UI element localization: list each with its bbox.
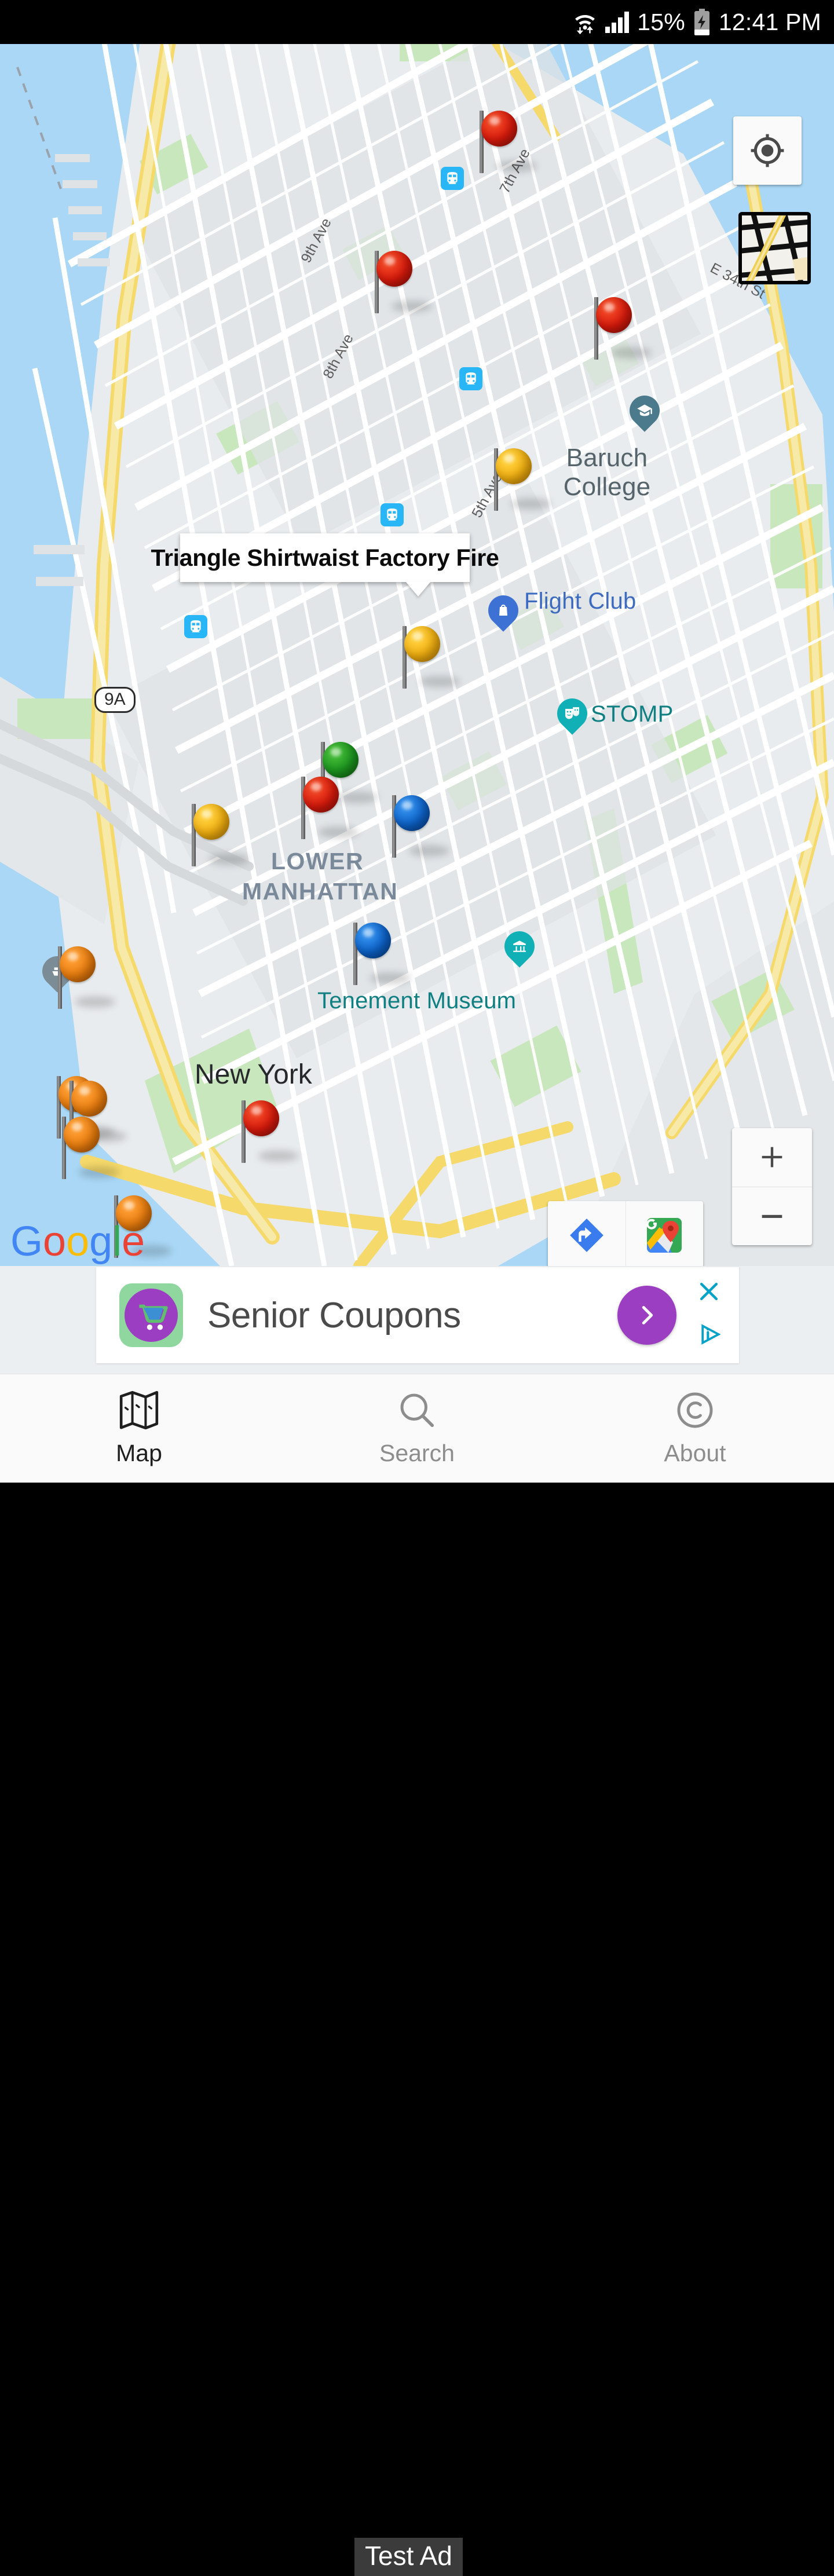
zoom-out-button[interactable] — [732, 1187, 812, 1246]
ad-content[interactable]: Senior Coupons — [96, 1267, 739, 1363]
poi-marker-baruch-college[interactable] — [623, 389, 666, 434]
museum-icon — [504, 934, 535, 958]
google-maps-app-icon — [646, 1218, 682, 1253]
ad-close-button[interactable] — [696, 1279, 722, 1307]
status-bar: 15% 12:41 PM — [0, 0, 834, 44]
ad-cta-button[interactable] — [617, 1286, 676, 1345]
route-shield-9a: 9A — [94, 687, 136, 713]
poi-marker-tenement-museum[interactable] — [498, 925, 541, 969]
nav-label-search: Search — [379, 1440, 455, 1466]
info-window-title: Triangle Shirtwaist Factory Fire — [151, 544, 499, 571]
plus-icon — [762, 1147, 782, 1168]
clock-label: 12:41 PM — [718, 8, 821, 35]
nav-item-about[interactable]: About — [556, 1390, 834, 1467]
shopping-bag-icon — [488, 598, 518, 623]
map-action-group[interactable] — [548, 1201, 703, 1266]
battery-charging-icon — [693, 9, 711, 35]
subway-station-icon — [441, 167, 464, 190]
graduation-cap-icon — [630, 398, 660, 423]
folded-map-icon — [119, 1391, 159, 1430]
battery-percent-label: 15% — [637, 8, 685, 35]
shopping-cart-icon — [139, 1304, 168, 1330]
magnifier-icon — [400, 1393, 434, 1428]
my-location-button[interactable] — [733, 116, 802, 185]
poi-marker-flight-club[interactable] — [482, 589, 525, 634]
map-layers-icon — [742, 215, 807, 281]
info-window-pointer — [405, 581, 431, 597]
open-google-maps-button[interactable] — [626, 1201, 704, 1266]
zoom-in-button[interactable] — [732, 1128, 812, 1187]
ad-headline: Senior Coupons — [207, 1295, 461, 1335]
copyright-icon — [677, 1392, 713, 1428]
nav-item-search[interactable]: Search — [278, 1390, 556, 1467]
subway-station-icon — [381, 503, 404, 526]
chevron-right-icon — [642, 1306, 653, 1324]
nav-item-map[interactable]: Map — [0, 1390, 278, 1467]
poi-marker-stomp[interactable] — [551, 692, 594, 737]
ad-app-icon — [119, 1283, 183, 1347]
directions-button[interactable] — [548, 1201, 626, 1266]
theater-masks-icon — [557, 701, 587, 726]
subway-station-icon — [184, 615, 207, 638]
nav-label-map: Map — [116, 1440, 162, 1466]
wifi-transfer-icon — [573, 10, 597, 34]
google-attribution-logo: Google — [10, 1219, 156, 1266]
directions-arrow-icon — [569, 1219, 603, 1252]
nav-label-about: About — [664, 1440, 726, 1466]
bottom-navigation-bar[interactable]: Map Search About — [0, 1374, 834, 1483]
adchoices-button[interactable] — [697, 1322, 723, 1350]
adchoices-icon — [701, 1324, 721, 1345]
map-viewport[interactable]: 9th Ave 8th Ave 7th Ave 5th Ave E 34th S… — [0, 44, 834, 1266]
minus-icon — [762, 1214, 782, 1218]
subway-station-icon — [459, 367, 482, 390]
ad-banner[interactable]: Senior Coupons Test Ad — [0, 1266, 834, 2576]
cellular-signal-icon — [605, 11, 630, 33]
close-x-icon — [700, 1282, 718, 1301]
map-info-window[interactable]: Triangle Shirtwaist Factory Fire — [151, 533, 499, 582]
map-type-button[interactable] — [738, 212, 811, 284]
svg-text:Google: Google — [10, 1220, 145, 1265]
test-ad-badge: Test Ad — [354, 2538, 463, 2576]
zoom-controls[interactable] — [732, 1128, 812, 1245]
my-location-icon — [751, 134, 784, 167]
